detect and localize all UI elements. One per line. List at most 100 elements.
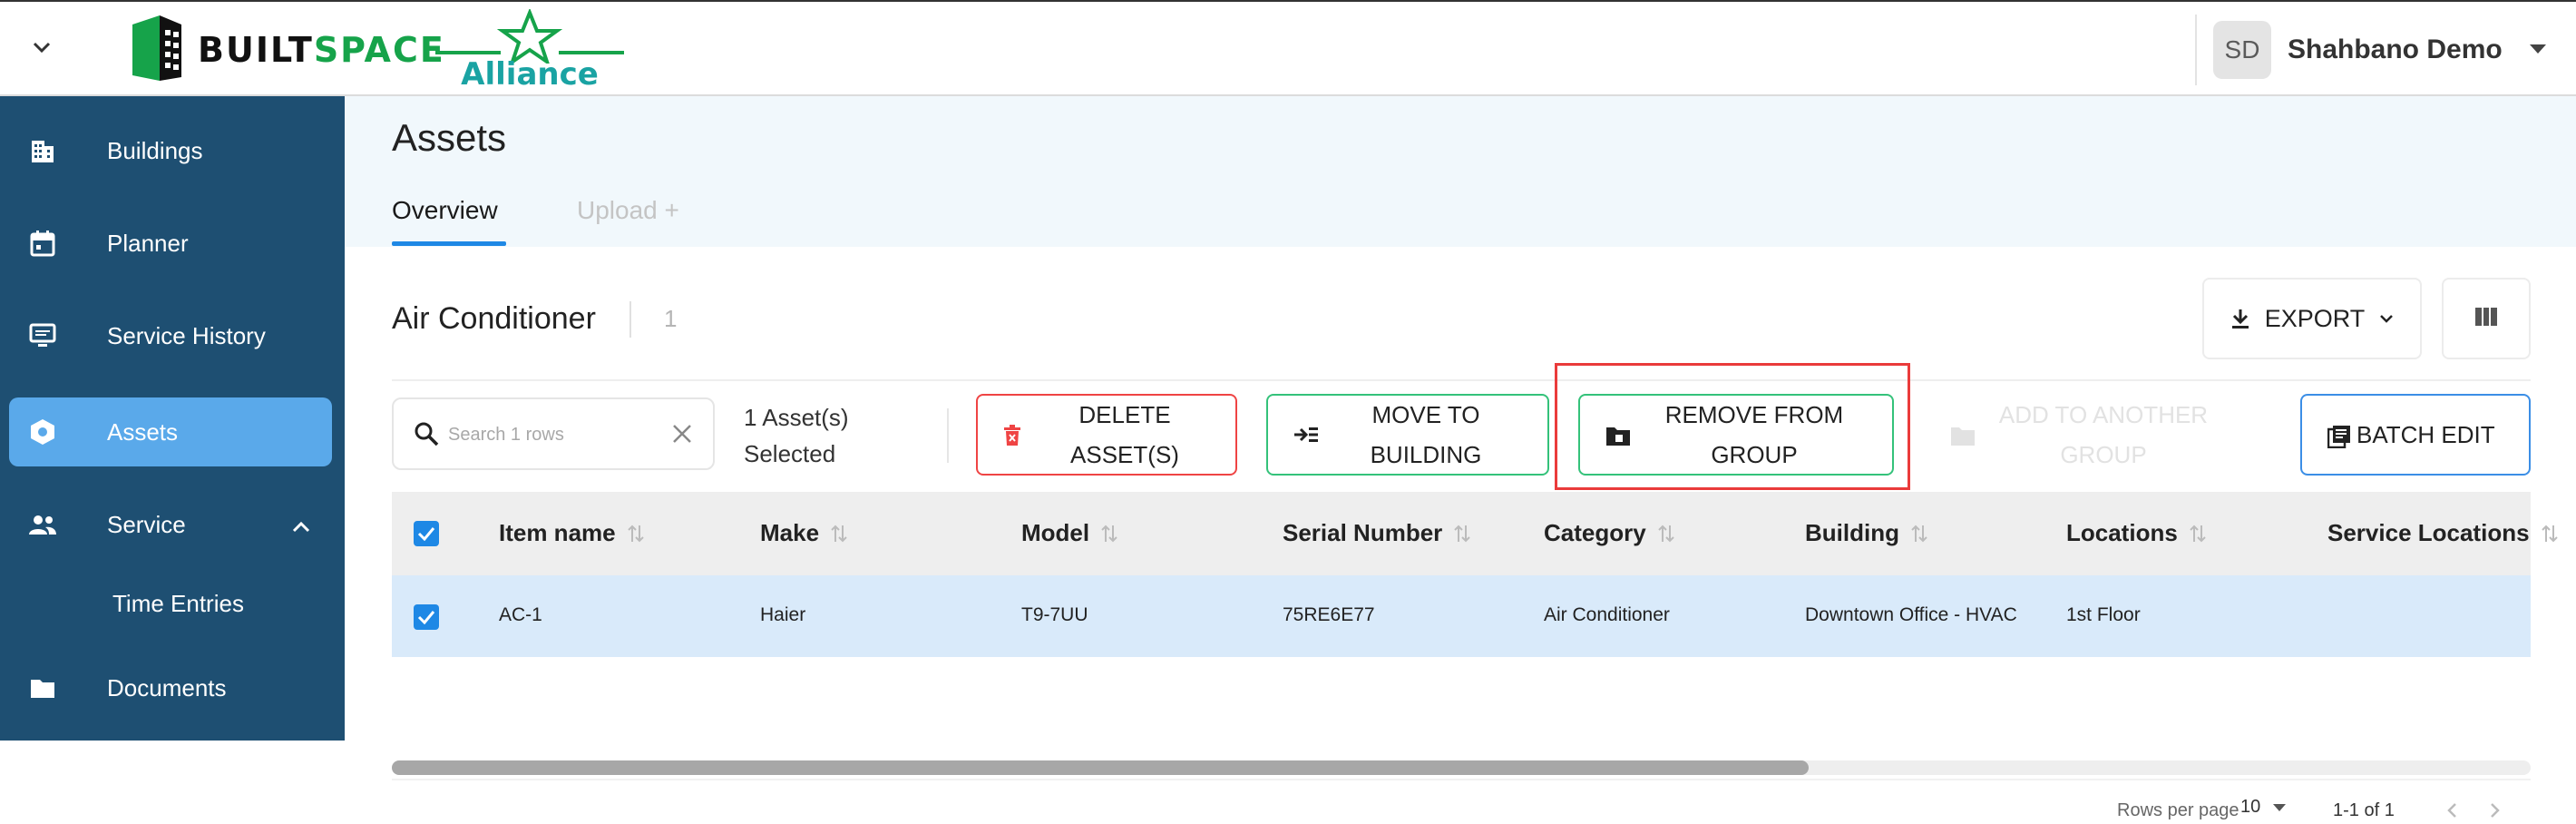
cell-locations: 1st Floor [2066, 604, 2141, 625]
column-header-locations[interactable]: Locations [2066, 519, 2207, 547]
batch-edit-icon [2327, 425, 2351, 448]
page-title: Assets [392, 116, 507, 159]
column-header-category[interactable]: Category [1544, 519, 1675, 547]
pagination-range: 1-1 of 1 [2333, 800, 2395, 820]
main-content: Assets Overview Upload + Air Conditioner… [345, 96, 2576, 820]
clear-search-button[interactable] [671, 423, 693, 449]
scrollbar-thumb[interactable] [392, 760, 1809, 775]
builtspace-logo[interactable]: BUILTSPACE [127, 12, 444, 89]
delete-assets-button[interactable]: DELETE ASSET(S) [976, 394, 1237, 476]
active-tab-indicator [392, 241, 506, 246]
cell-building: Downtown Office - HVAC [1805, 604, 2017, 625]
rows-per-page-select[interactable]: 10 [2240, 797, 2287, 818]
user-name: Shahbano Demo [2288, 34, 2503, 64]
calendar-icon [27, 228, 58, 259]
user-menu[interactable]: SD Shahbano Demo [2195, 15, 2546, 85]
select-all-checkbox[interactable] [414, 521, 439, 546]
avatar: SD [2213, 21, 2271, 79]
sidebar-item-label: Service History [107, 321, 266, 349]
people-icon [27, 509, 58, 540]
chevron-right-icon [2491, 803, 2500, 818]
sort-icon [2189, 524, 2207, 544]
group-count: 1 [664, 305, 678, 332]
sidebar-item-label: Documents [107, 673, 227, 701]
folder-icon [27, 672, 58, 703]
sort-icon [1100, 524, 1118, 544]
sidebar-item-time-entries[interactable]: Time Entries [112, 590, 244, 618]
group-title: Air Conditioner [392, 301, 596, 336]
close-icon [673, 425, 691, 443]
row-checkbox[interactable] [414, 604, 439, 630]
table-row[interactable]: AC-1 Haier T9-7UU 75RE6E77 Air Condition… [392, 575, 2531, 657]
sidebar-item-label: Buildings [107, 136, 203, 164]
column-header-building[interactable]: Building [1805, 519, 1928, 547]
monitor-icon [27, 320, 58, 351]
sidebar-item-assets[interactable]: Assets [9, 397, 332, 466]
columns-icon [2474, 307, 2498, 331]
caret-down-icon [2273, 803, 2287, 811]
sidebar-item-label: Service [107, 510, 186, 538]
cell-make: Haier [760, 604, 806, 625]
building-icon [27, 135, 58, 166]
previous-page-button[interactable] [2438, 797, 2465, 824]
sort-icon [2541, 524, 2559, 544]
sort-icon [830, 524, 848, 544]
export-button[interactable]: EXPORT [2202, 278, 2422, 359]
collapse-menu-button[interactable] [20, 31, 63, 67]
download-icon [2230, 308, 2250, 329]
chevron-left-icon [2447, 803, 2456, 818]
cell-item-name: AC-1 [499, 604, 542, 625]
brand-name: BUILTSPACE [198, 30, 445, 70]
column-header-model[interactable]: Model [1021, 519, 1118, 547]
hexagon-icon [27, 417, 58, 447]
building-logo-icon [127, 12, 187, 89]
highlight-annotation [1555, 363, 1910, 490]
table-header: Item name Make Model Serial Number Categ… [392, 492, 2558, 575]
alliance-logo[interactable]: Alliance [434, 9, 626, 93]
sidebar-item-service-history[interactable]: Service History [9, 301, 332, 370]
column-header-service-locations[interactable]: Service Locations [2327, 519, 2559, 547]
sidebar-item-label: Assets [107, 417, 179, 446]
trash-icon [1003, 425, 1021, 446]
tab-upload[interactable]: Upload + [577, 196, 679, 225]
cell-category: Air Conditioner [1544, 604, 1670, 625]
sidebar-item-buildings[interactable]: Buildings [9, 116, 332, 185]
columns-button[interactable] [2442, 278, 2531, 359]
column-header-serial-number[interactable]: Serial Number [1283, 519, 1471, 547]
horizontal-scrollbar[interactable] [392, 760, 2531, 775]
sort-icon [1657, 524, 1675, 544]
divider [629, 301, 631, 338]
move-to-building-label: MOVE TO BUILDING [1370, 401, 1482, 468]
sidebar-item-documents[interactable]: Documents [9, 653, 332, 722]
divider [392, 779, 2531, 780]
sort-icon [1453, 524, 1471, 544]
move-to-building-button[interactable]: MOVE TO BUILDING [1266, 394, 1549, 476]
check-icon [417, 611, 435, 624]
search-box [392, 397, 715, 470]
cell-model: T9-7UU [1021, 604, 1088, 625]
sidebar-item-planner[interactable]: Planner [9, 209, 332, 278]
tab-overview[interactable]: Overview [392, 196, 498, 225]
cell-serial-number: 75RE6E77 [1283, 604, 1375, 625]
sidebar-item-service[interactable]: Service [9, 490, 332, 559]
caret-down-icon [2529, 42, 2546, 58]
batch-edit-button[interactable]: BATCH EDIT [2300, 394, 2531, 476]
column-header-item-name[interactable]: Item name [499, 519, 645, 547]
page-header: Assets Overview Upload + [345, 96, 2576, 247]
divider [947, 408, 949, 463]
alliance-wordmark: Alliance [461, 56, 599, 93]
star-logo-icon [435, 9, 624, 64]
check-icon [417, 527, 435, 541]
batch-edit-label: BATCH EDIT [2356, 421, 2495, 448]
top-bar: BUILTSPACE Alliance SD Shahbano Demo [0, 0, 2576, 96]
rows-per-page-label: Rows per page [2117, 800, 2239, 820]
divider [392, 379, 2531, 381]
search-input[interactable] [448, 416, 657, 454]
search-icon [414, 421, 439, 451]
delete-assets-label: DELETE ASSET(S) [1070, 401, 1179, 468]
next-page-button[interactable] [2482, 797, 2509, 824]
add-to-another-group-label: ADD TO ANOTHER GROUP [1998, 401, 2209, 468]
sidebar: Buildings Planner Service History Assets… [0, 96, 345, 741]
column-header-make[interactable]: Make [760, 519, 848, 547]
add-to-another-group-button[interactable]: ADD TO ANOTHER GROUP [1923, 394, 2248, 476]
